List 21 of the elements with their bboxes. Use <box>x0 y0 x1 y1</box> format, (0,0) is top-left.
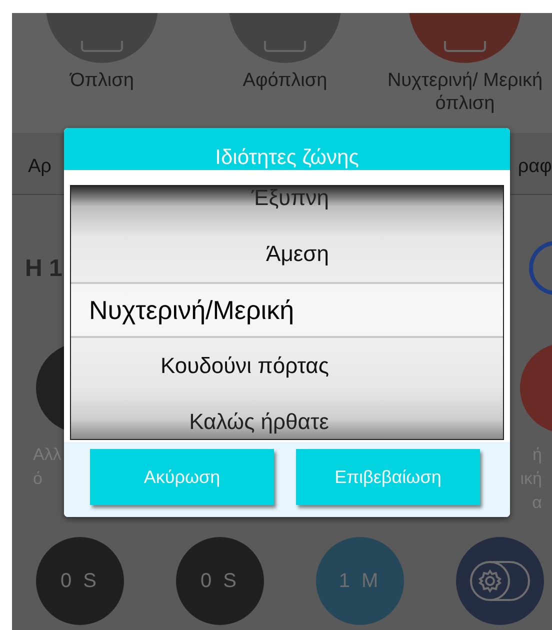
cancel-button[interactable]: Ακύρωση <box>90 449 274 505</box>
picker-option[interactable]: Κουδούνι πόρτας <box>71 338 329 394</box>
tab-label[interactable]: Αρ <box>28 156 52 178</box>
tab-label[interactable]: ραφ <box>518 156 552 178</box>
confirm-button[interactable]: Επιβεβαίωση <box>296 449 480 505</box>
action-label: Νυχτερινή/ Μερική όπλιση <box>386 69 544 115</box>
picker-option[interactable]: Καλώς ήρθατε <box>71 394 329 439</box>
option-picker[interactable]: Έξυπνη Άμεση Νυχτερινή/Μερική Κουδούνι πόρτας Καλώς ήρθατε <box>70 185 504 440</box>
picker-option[interactable]: Έξυπνη <box>71 186 329 226</box>
action-label: Όπλιση <box>70 69 134 92</box>
timer-button[interactable]: 0 S <box>176 537 264 625</box>
timer-button[interactable]: 0 S <box>36 537 124 625</box>
panel-icon <box>263 41 307 53</box>
picker-option[interactable]: Άμεση <box>71 226 329 282</box>
panel-icon <box>80 41 124 53</box>
settings-toggle-icon <box>469 560 531 602</box>
dialog-title: Ιδιότητες ζώνης <box>64 128 510 170</box>
timer-button[interactable]: 1 M <box>316 537 404 625</box>
picker-option[interactable]: Νυχτερινή/Μερική <box>71 282 503 338</box>
panel-icon <box>443 41 487 53</box>
action-label: Αφόπλιση <box>242 69 328 92</box>
